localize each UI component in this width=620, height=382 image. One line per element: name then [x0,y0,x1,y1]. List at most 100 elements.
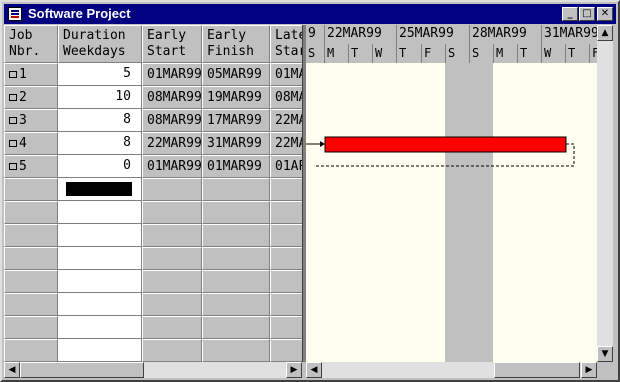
table-scroll-left-button[interactable]: ◀ [4,362,20,378]
empty-cell[interactable] [58,201,142,224]
early-start-cell[interactable]: 08MAR99 [142,86,202,109]
empty-cell[interactable] [202,339,270,362]
empty-cell[interactable] [4,270,58,293]
empty-cell[interactable] [270,339,302,362]
minimize-button[interactable]: _ [562,7,578,21]
duration-cell[interactable]: 10 [58,86,142,109]
empty-cell[interactable] [142,224,202,247]
table-row-job-cell[interactable]: 5 [4,155,58,178]
gantt-scroll-right-button[interactable]: ▶ [581,362,597,378]
early-finish-cell[interactable]: 05MAR99 [202,63,270,86]
late-start-cell[interactable]: 08MAR99 [270,86,302,109]
duration-cell[interactable]: 0 [58,155,142,178]
vertical-scrollbar[interactable]: ▲ ▼ [597,25,613,362]
empty-cell[interactable] [202,201,270,224]
table-row-job-cell[interactable]: 1 [4,63,58,86]
empty-cell[interactable] [202,270,270,293]
empty-cell[interactable] [142,293,202,316]
empty-cell[interactable] [270,316,302,339]
header-job-nbr[interactable]: Job Nbr. [4,25,58,63]
row-select-icon[interactable] [9,71,17,78]
empty-cell[interactable] [142,247,202,270]
empty-cell[interactable] [142,201,202,224]
empty-cell[interactable] [142,270,202,293]
early-start-cell[interactable]: 08MAR99 [142,109,202,132]
late-start-cell[interactable]: 01MAR99 [270,63,302,86]
duration-cell[interactable]: 8 [58,132,142,155]
empty-cell[interactable] [142,339,202,362]
empty-cell[interactable] [270,247,302,270]
dependency-arrow-head [320,141,325,147]
scroll-down-button[interactable]: ▼ [597,346,613,362]
table-row-job-cell[interactable]: 2 [4,86,58,109]
empty-cell[interactable] [58,270,142,293]
empty-cell[interactable] [58,339,142,362]
gantt-scroll-left-button[interactable]: ◀ [306,362,322,378]
gantt-scroll-thumb[interactable] [494,362,580,378]
empty-cell[interactable] [202,178,270,201]
empty-cell[interactable] [4,339,58,362]
column-early-start: Early Start 01MAR99 08MAR99 08MAR99 22MA… [142,25,202,362]
header-duration[interactable]: Duration Weekdays [58,25,142,63]
maximize-button[interactable]: □ [579,7,595,21]
empty-cell[interactable] [270,224,302,247]
empty-cell[interactable] [4,293,58,316]
gantt-horizontal-scrollbar[interactable]: ◀ ▶ [306,362,597,378]
title-bar[interactable]: Software Project _ □ ✕ [4,4,616,24]
row-select-icon[interactable] [9,163,17,170]
table-scroll-thumb[interactable] [20,362,144,378]
empty-cell[interactable] [202,224,270,247]
empty-cell[interactable] [58,316,142,339]
table-row-job-cell[interactable]: 3 [4,109,58,132]
early-finish-cell[interactable]: 31MAR99 [202,132,270,155]
empty-cell[interactable] [202,316,270,339]
column-duration: Duration Weekdays 5 10 8 8 0 [58,25,142,362]
empty-cell[interactable] [202,293,270,316]
header-late-start[interactable]: Late Start [270,25,302,63]
empty-cell[interactable] [4,201,58,224]
task-bar-4[interactable] [324,136,567,153]
empty-cell[interactable] [4,247,58,270]
empty-cell[interactable] [270,178,302,201]
empty-cell[interactable] [142,316,202,339]
table-scroll-right-button[interactable]: ▶ [286,362,302,378]
late-start-cell[interactable]: 22MAR99 [270,109,302,132]
task-table: Job Nbr. 1 2 3 4 5 Duration Weekdays 5 1… [4,25,302,362]
table-row-job-cell[interactable]: 4 [4,132,58,155]
empty-cell[interactable] [58,247,142,270]
early-start-cell[interactable]: 01MAR99 [142,63,202,86]
duration-edit-cell[interactable] [58,178,142,201]
close-button[interactable]: ✕ [597,7,613,21]
duration-cell[interactable]: 8 [58,109,142,132]
header-early-finish[interactable]: Early Finish [202,25,270,63]
row-select-icon[interactable] [9,117,17,124]
column-late-start: Late Start 01MAR99 08MAR99 22MAR99 22MAR… [270,25,302,362]
late-start-cell[interactable]: 01APR99 [270,155,302,178]
early-start-cell[interactable]: 22MAR99 [142,132,202,155]
early-finish-cell[interactable]: 19MAR99 [202,86,270,109]
slack-line [566,143,575,165]
empty-cell[interactable] [58,224,142,247]
row-select-icon[interactable] [9,94,17,101]
empty-cell[interactable] [270,293,302,316]
row-select-icon[interactable] [9,140,17,147]
late-start-cell[interactable]: 22MAR99 [270,132,302,155]
empty-cell[interactable] [202,247,270,270]
gantt-chart: 9 22MAR99 25MAR99 28MAR99 31MAR99 S M T … [306,25,597,362]
early-finish-cell[interactable]: 17MAR99 [202,109,270,132]
early-start-cell[interactable]: 01MAR99 [142,155,202,178]
empty-cell[interactable] [58,293,142,316]
header-early-start[interactable]: Early Start [142,25,202,63]
empty-cell[interactable] [142,178,202,201]
empty-cell[interactable] [4,224,58,247]
duration-cell[interactable]: 5 [58,63,142,86]
early-finish-cell[interactable]: 01MAR99 [202,155,270,178]
scroll-up-button[interactable]: ▲ [597,25,613,41]
empty-cell[interactable] [4,178,58,201]
table-horizontal-scrollbar[interactable]: ◀ ▶ [4,362,302,378]
app-icon[interactable] [8,7,22,21]
empty-cell[interactable] [270,270,302,293]
empty-cell[interactable] [4,316,58,339]
empty-cell[interactable] [270,201,302,224]
column-early-finish: Early Finish 05MAR99 19MAR99 17MAR99 31M… [202,25,270,362]
